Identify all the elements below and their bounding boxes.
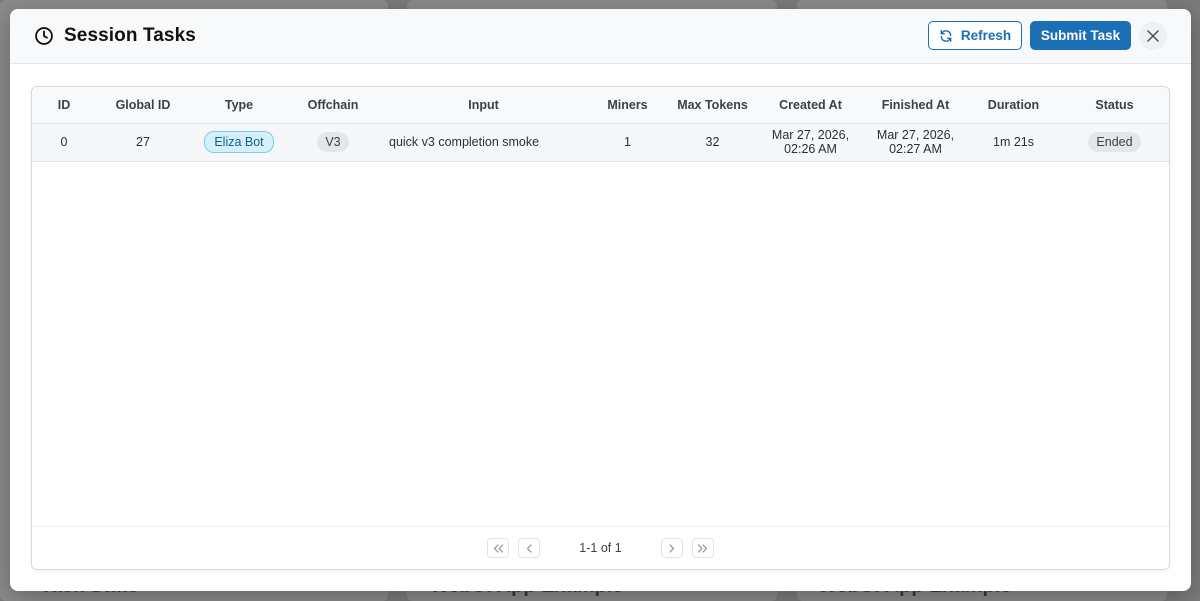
modal-header: Session Tasks Refresh Submit Task	[10, 9, 1191, 64]
pagination: 1-1 of 1	[32, 526, 1169, 569]
cell-id: 0	[60, 135, 68, 149]
refresh-label: Refresh	[960, 28, 1012, 43]
header-duration[interactable]: Duration	[969, 87, 1058, 124]
tasks-table: ID Global ID Type Offchain Input Miners …	[32, 87, 1169, 162]
clock-icon	[34, 26, 55, 47]
cell-input: quick v3 completion smoke	[389, 135, 540, 149]
refresh-icon	[939, 29, 953, 43]
cell-miners: 1	[624, 135, 631, 149]
header-input[interactable]: Input	[378, 87, 589, 124]
submit-task-button[interactable]: Submit Task	[1030, 21, 1131, 50]
chevrons-left-icon	[493, 543, 504, 553]
finished-time: 02:27 AM	[889, 142, 942, 156]
chevron-right-icon	[668, 543, 675, 553]
cell-duration: 1m 21s	[993, 135, 1034, 149]
offchain-badge: V3	[317, 132, 349, 152]
close-icon	[1147, 29, 1159, 42]
header-global-id[interactable]: Global ID	[96, 87, 190, 124]
cell-offchain: V3	[288, 123, 378, 161]
next-page-button[interactable]	[660, 538, 683, 558]
cell-finished-at: Mar 27, 2026, 02:27 AM	[862, 123, 969, 161]
header-id[interactable]: ID	[32, 87, 96, 124]
table-header-row: ID Global ID Type Offchain Input Miners …	[32, 87, 1169, 124]
finished-date: Mar 27, 2026,	[876, 128, 955, 142]
header-status[interactable]: Status	[1058, 87, 1169, 124]
status-badge: Ended	[1088, 132, 1141, 152]
header-actions: Refresh Submit Task	[928, 21, 1167, 50]
header-miners[interactable]: Miners	[589, 87, 666, 124]
cell-global-id: 27	[136, 135, 150, 149]
close-button[interactable]	[1139, 21, 1167, 50]
table-row[interactable]: 0 27 Eliza Bot V3 quick v3 completion sm…	[32, 123, 1169, 161]
header-max-tokens[interactable]: Max Tokens	[666, 87, 759, 124]
chevron-left-icon	[526, 543, 533, 553]
header-type[interactable]: Type	[190, 87, 288, 124]
cell-status: Ended	[1058, 123, 1169, 161]
tasks-table-panel: ID Global ID Type Offchain Input Miners …	[31, 86, 1170, 570]
pagination-label: 1-1 of 1	[579, 541, 622, 555]
prev-page-button[interactable]	[518, 538, 541, 558]
header-finished-at[interactable]: Finished At	[862, 87, 969, 124]
created-date: Mar 27, 2026,	[771, 128, 850, 142]
first-page-button[interactable]	[487, 538, 510, 558]
refresh-button[interactable]: Refresh	[928, 21, 1022, 50]
header-offchain[interactable]: Offchain	[288, 87, 378, 124]
last-page-button[interactable]	[691, 538, 714, 558]
type-badge: Eliza Bot	[204, 131, 274, 153]
header-created-at[interactable]: Created At	[759, 87, 862, 124]
modal-title: Session Tasks	[64, 25, 196, 46]
cell-type: Eliza Bot	[190, 123, 288, 161]
cell-created-at: Mar 27, 2026, 02:26 AM	[759, 123, 862, 161]
created-time: 02:26 AM	[784, 142, 837, 156]
cell-max-tokens: 32	[705, 135, 720, 149]
session-tasks-modal: Session Tasks Refresh Submit Task ID Glo…	[10, 9, 1191, 591]
chevrons-right-icon	[697, 543, 708, 553]
